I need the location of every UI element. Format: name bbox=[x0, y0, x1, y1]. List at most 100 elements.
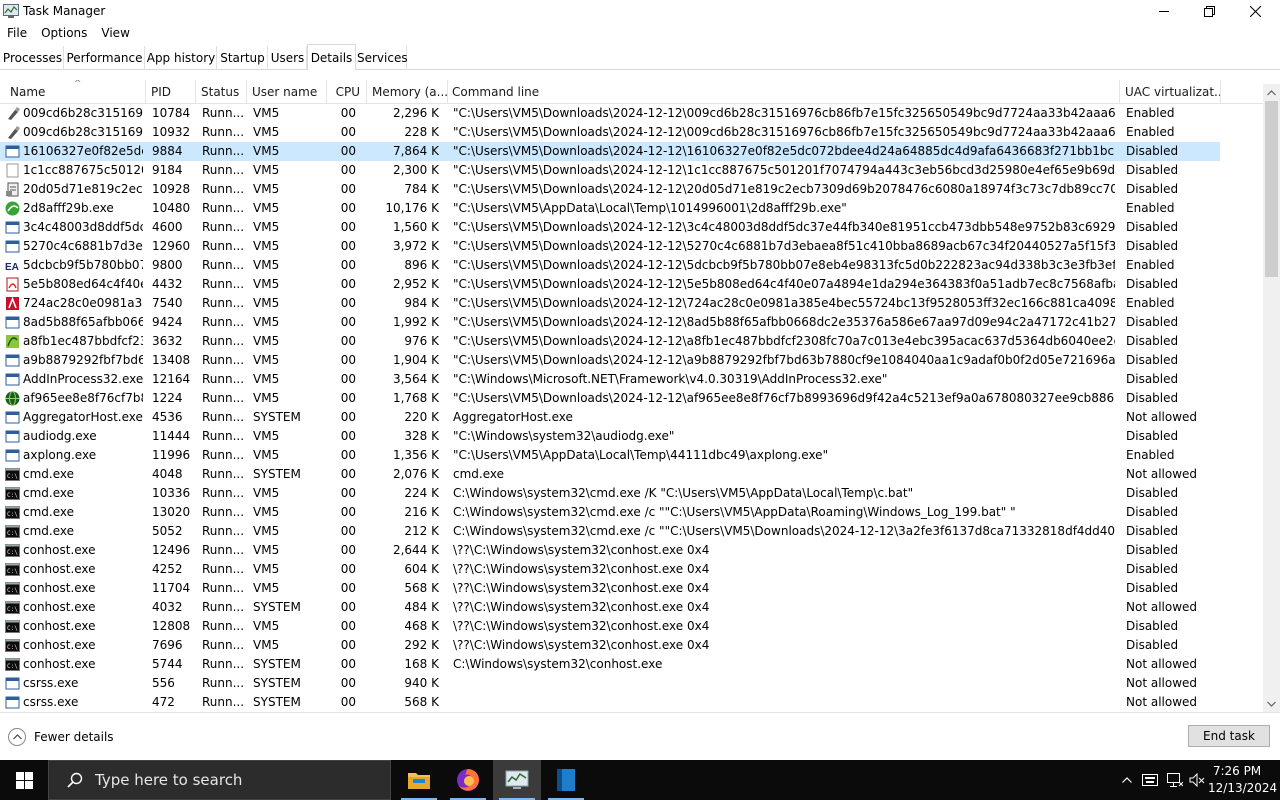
taskbar-app-blue[interactable] bbox=[542, 760, 590, 800]
column-header-memory[interactable]: Memory (a... bbox=[368, 80, 448, 104]
app-window-icon bbox=[5, 677, 20, 690]
start-button[interactable] bbox=[0, 760, 48, 800]
table-row[interactable]: EA 5dcbcb9f5b780bb07... 9800 Runn... VM5 00 89… bbox=[0, 256, 1220, 275]
cell-name: AggregatorHost.exe bbox=[23, 410, 143, 424]
document-icon bbox=[6, 182, 19, 197]
tab-services[interactable]: Services bbox=[357, 46, 408, 70]
table-row[interactable]: 009cd6b28c31516976... 10932 Runn... VM5 00 22… bbox=[0, 123, 1220, 142]
cell-pid: 9800 bbox=[152, 258, 183, 272]
scroll-down-button[interactable] bbox=[1263, 695, 1280, 712]
column-header-name[interactable]: Name ^ bbox=[6, 80, 146, 104]
cell-pid: 5052 bbox=[152, 524, 183, 538]
table-row[interactable]: audiodg.exe 11444 Runn... VM5 00 328 K "C:\Win… bbox=[0, 427, 1220, 446]
end-task-button[interactable]: End task bbox=[1188, 725, 1270, 747]
table-row[interactable]: 8ad5b88f65afbb0668... 9424 Runn... VM5 00 1,9… bbox=[0, 313, 1220, 332]
taskbar-search-box[interactable]: Type here to search bbox=[48, 760, 391, 800]
cell-mem: 2,952 K bbox=[392, 277, 439, 291]
chevron-up-icon bbox=[1122, 777, 1132, 783]
table-row[interactable]: C:\ cmd.exe 4048 Runn... SYSTEM 00 2,076 K cmd.… bbox=[0, 465, 1220, 484]
cell-pid: 11996 bbox=[152, 448, 191, 462]
table-row[interactable]: AddInProcess32.exe 12164 Runn... VM5 00 3,564… bbox=[0, 370, 1220, 389]
table-row[interactable]: C:\ cmd.exe 13020 Runn... VM5 00 216 K C:\Windo… bbox=[0, 503, 1220, 522]
table-row[interactable]: C:\ conhost.exe 4032 Runn... SYSTEM 00 484 K \?… bbox=[0, 598, 1220, 617]
app-window-icon bbox=[5, 411, 20, 424]
cell-cpu: 00 bbox=[340, 429, 356, 443]
table-row[interactable]: a9b8879292fbf7bd63... 13408 Runn... VM5 00 1,… bbox=[0, 351, 1220, 370]
tab-users[interactable]: Users bbox=[269, 46, 307, 70]
table-row[interactable]: 5e5b808ed64c4f40e0... 4432 Runn... VM5 00 2,9… bbox=[0, 275, 1220, 294]
taskbar-file-explorer[interactable] bbox=[395, 760, 443, 800]
tab-processes[interactable]: Processes bbox=[2, 46, 64, 70]
tab-startup[interactable]: Startup bbox=[218, 46, 268, 70]
column-header-uac[interactable]: UAC virtualizat... bbox=[1121, 80, 1221, 104]
taskbar-clock[interactable]: 7:26 PM 12/13/2024 bbox=[1208, 763, 1277, 797]
cell-user: VM5 bbox=[253, 220, 280, 234]
table-row[interactable]: C:\ conhost.exe 7696 Runn... VM5 00 292 K \??\C… bbox=[0, 636, 1220, 655]
tray-volume[interactable] bbox=[1188, 760, 1206, 800]
table-row[interactable]: 16106327e0f82e5dc0... 9884 Runn... VM5 00 7,8… bbox=[0, 142, 1220, 161]
fewer-details-button[interactable]: Fewer details bbox=[8, 727, 114, 747]
cell-cmd bbox=[453, 693, 1115, 712]
taskbar: Type here to search 7:26 PM 12/13/2024 bbox=[0, 760, 1280, 800]
tab-details[interactable]: Details bbox=[307, 44, 356, 71]
cell-uac: Enabled bbox=[1126, 125, 1175, 139]
column-header-cpu[interactable]: CPU bbox=[328, 80, 367, 104]
table-row[interactable]: C:\ conhost.exe 4252 Runn... VM5 00 604 K \??\C… bbox=[0, 560, 1220, 579]
table-row[interactable]: csrss.exe 556 Runn... SYSTEM 00 940 K Not allo… bbox=[0, 674, 1220, 693]
cell-mem: 1,992 K bbox=[392, 315, 439, 329]
cell-cpu: 00 bbox=[340, 239, 356, 253]
tab-app-history[interactable]: App history bbox=[146, 46, 217, 70]
taskbar-task-manager[interactable] bbox=[493, 760, 541, 800]
menu-view[interactable]: View bbox=[94, 23, 136, 43]
cell-name: 5dcbcb9f5b780bb07... bbox=[23, 258, 143, 272]
cell-mem: 940 K bbox=[404, 676, 439, 690]
vertical-scrollbar[interactable] bbox=[1263, 84, 1280, 712]
table-row[interactable]: 5270c4c6881b7d3eb... 12960 Runn... VM5 00 3,9… bbox=[0, 237, 1220, 256]
table-row[interactable]: axplong.exe 11996 Runn... VM5 00 1,356 K "C:\U… bbox=[0, 446, 1220, 465]
table-row[interactable]: C:\ conhost.exe 12808 Runn... VM5 00 468 K \??\… bbox=[0, 617, 1220, 636]
scroll-up-button[interactable] bbox=[1263, 84, 1280, 101]
menu-options[interactable]: Options bbox=[34, 23, 94, 43]
column-header-command-line[interactable]: Command line bbox=[448, 80, 1120, 104]
column-header-user[interactable]: User name bbox=[248, 80, 327, 104]
cell-name: csrss.exe bbox=[23, 676, 79, 690]
tab-performance[interactable]: Performance bbox=[65, 46, 145, 70]
cell-pid: 4032 bbox=[152, 600, 183, 614]
table-row[interactable]: C:\ conhost.exe 5744 Runn... SYSTEM 00 168 K C:… bbox=[0, 655, 1220, 674]
table-row[interactable]: AggregatorHost.exe 4536 Runn... SYSTEM 00 220… bbox=[0, 408, 1220, 427]
cell-cpu: 00 bbox=[340, 638, 356, 652]
table-row[interactable]: C:\ cmd.exe 10336 Runn... VM5 00 224 K C:\Windo… bbox=[0, 484, 1220, 503]
table-row[interactable]: 1c1cc887675c501201... 9184 Runn... VM5 00 2,3… bbox=[0, 161, 1220, 180]
table-row[interactable]: 009cd6b28c31516976... 10784 Runn... VM5 00 2,… bbox=[0, 104, 1220, 123]
table-row[interactable]: af965ee8e8f76cf7b89... 1224 Runn... VM5 00 1,… bbox=[0, 389, 1220, 408]
menu-file[interactable]: File bbox=[0, 23, 34, 43]
table-row[interactable]: a8fb1ec487bbdfcf23... 3632 Runn... VM5 00 976… bbox=[0, 332, 1220, 351]
tray-keyboard[interactable] bbox=[1141, 760, 1159, 800]
cell-status: Runn... bbox=[202, 467, 244, 481]
cell-cmd: cmd.exe bbox=[453, 467, 505, 481]
app-window-icon bbox=[5, 221, 20, 234]
close-button[interactable] bbox=[1232, 0, 1278, 22]
table-row[interactable]: C:\ conhost.exe 11704 Runn... VM5 00 568 K \??\… bbox=[0, 579, 1220, 598]
cell-pid: 7540 bbox=[152, 296, 183, 310]
tray-network[interactable] bbox=[1165, 760, 1185, 800]
table-row[interactable]: 2d8afff29b.exe 10480 Runn... VM5 00 10,176 K "… bbox=[0, 199, 1220, 218]
taskbar-firefox[interactable] bbox=[444, 760, 492, 800]
column-header-pid[interactable]: PID bbox=[147, 80, 196, 104]
column-header-status[interactable]: Status bbox=[197, 80, 247, 104]
table-row[interactable]: C:\ cmd.exe 5052 Runn... VM5 00 212 K C:\Window… bbox=[0, 522, 1220, 541]
table-row[interactable]: 3c4c48003d8ddf5dc3... 4600 Runn... VM5 00 1,5… bbox=[0, 218, 1220, 237]
app-window-icon bbox=[5, 316, 20, 329]
table-row[interactable]: csrss.exe 472 Runn... SYSTEM 00 568 K Not allo… bbox=[0, 693, 1220, 712]
scroll-thumb[interactable] bbox=[1265, 101, 1278, 277]
minimize-button[interactable] bbox=[1141, 0, 1187, 22]
cell-pid: 1224 bbox=[152, 391, 183, 405]
svg-text:C:\: C:\ bbox=[7, 587, 18, 594]
show-hidden-icons-button[interactable] bbox=[1118, 760, 1136, 800]
table-row[interactable]: 20d05d71e819c2ecb... 10928 Runn... VM5 00 784… bbox=[0, 180, 1220, 199]
restore-button[interactable] bbox=[1186, 0, 1232, 22]
cell-status: Runn... bbox=[202, 410, 244, 424]
table-row[interactable]: 724ac28c0e0981a385... 7540 Runn... VM5 00 984… bbox=[0, 294, 1220, 313]
table-row[interactable]: C:\ conhost.exe 12496 Runn... VM5 00 2,644 K \?… bbox=[0, 541, 1220, 560]
console-icon: C:\ bbox=[5, 620, 20, 633]
